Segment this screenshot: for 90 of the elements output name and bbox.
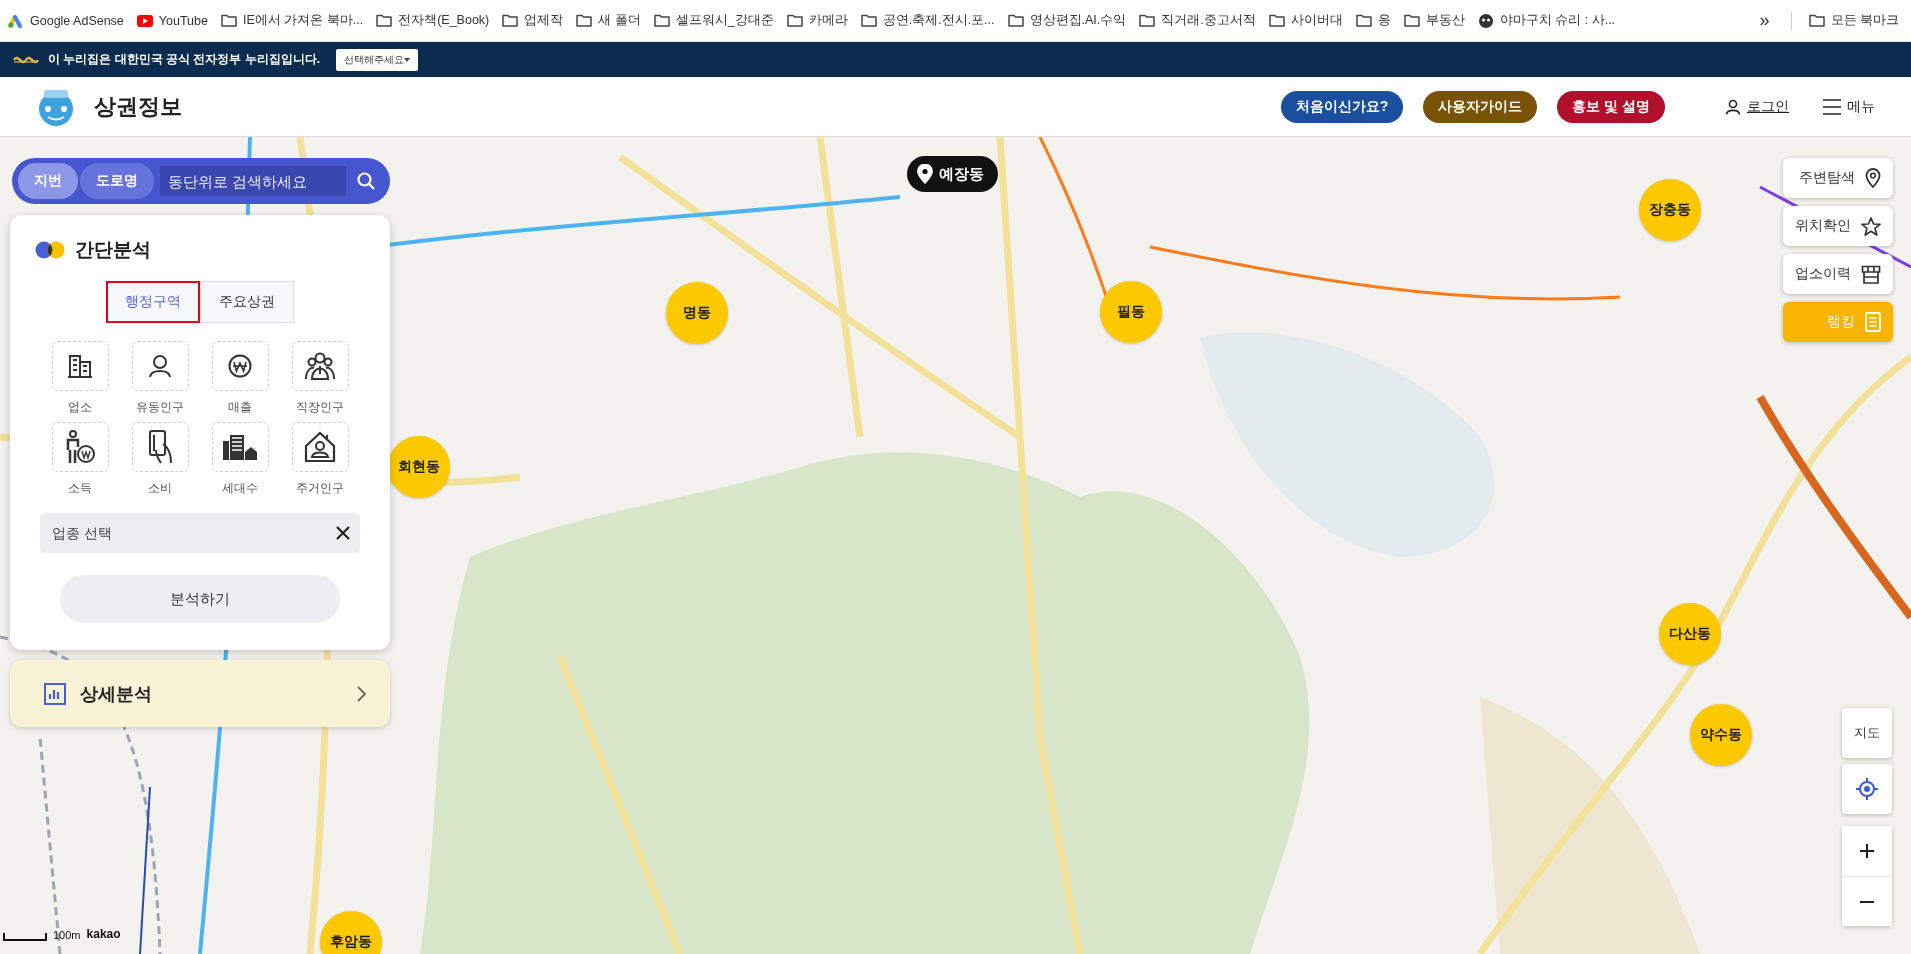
map-tool-button[interactable]: 위치확인 <box>1783 206 1893 246</box>
hand-holding-card-icon <box>147 430 173 464</box>
map-type-button[interactable]: 지도 <box>1842 708 1892 758</box>
district-marker[interactable]: 약수동 <box>1690 704 1752 766</box>
won-coin-icon <box>228 354 252 378</box>
area-type-tab[interactable]: 주요상권 <box>200 281 294 323</box>
bookmark-item[interactable]: Google AdSense <box>2 9 130 32</box>
overlapping-circles-icon <box>35 241 65 259</box>
district-marker[interactable]: 다산동 <box>1659 603 1721 665</box>
bookmark-item[interactable]: 공연.축제.전시.포... <box>854 8 1001 33</box>
bookmark-item[interactable]: YouTube <box>130 9 214 32</box>
area-type-tab[interactable]: 행정구역 <box>106 281 200 323</box>
district-marker[interactable]: 필동 <box>1100 281 1162 343</box>
document-list-icon <box>1865 312 1881 332</box>
folder-icon <box>1268 14 1285 27</box>
panel-title: 간단분석 <box>75 238 151 262</box>
search-mode-tab[interactable]: 도로명 <box>80 163 154 199</box>
site-favicon-icon <box>1477 12 1494 29</box>
caret-icon <box>404 57 410 62</box>
chevron-right-icon <box>357 685 366 702</box>
bookmark-item[interactable]: 전자책(E_Book) <box>370 8 496 33</box>
bookmark-item[interactable]: 업제작 <box>496 8 570 33</box>
close-icon[interactable] <box>336 526 350 540</box>
folder-icon <box>1355 14 1372 27</box>
bar-chart-icon <box>44 682 66 705</box>
district-marker[interactable]: 장충동 <box>1639 179 1701 241</box>
header-button[interactable]: 처음이신가요? <box>1280 90 1404 123</box>
bookmark-item[interactable]: 사이버대 <box>1262 8 1349 33</box>
youtube-logo-icon <box>136 14 153 27</box>
building-icon <box>67 354 93 378</box>
folder-icon <box>1403 14 1420 27</box>
menu-icon <box>1823 98 1841 115</box>
government-site-notice: 이 누리집은 대한민국 공식 전자정부 누리집입니다. <box>48 51 320 68</box>
search-icon <box>357 172 375 190</box>
zoom-in-button[interactable] <box>1842 826 1892 876</box>
crosshair-icon <box>1856 778 1878 800</box>
folder-icon <box>502 14 519 27</box>
people-group-icon <box>305 352 335 380</box>
bookmark-item[interactable]: 부동산 <box>1397 8 1471 33</box>
folder-icon <box>376 14 393 27</box>
folder-icon <box>576 14 593 27</box>
house-with-person-icon <box>303 431 337 463</box>
current-location-button[interactable] <box>1842 764 1892 814</box>
place-label: 예장동 <box>907 156 998 192</box>
district-marker[interactable]: 후암동 <box>320 911 382 954</box>
header-button[interactable]: 홍보 및 설명 <box>1557 90 1665 123</box>
header-button[interactable]: 사용자가이드 <box>1423 90 1538 123</box>
bookmark-item[interactable]: 야마구치 슈리 : 사... <box>1471 8 1622 33</box>
bookmark-item[interactable]: 새 폴더 <box>570 8 647 33</box>
folder-icon <box>653 14 670 27</box>
all-bookmarks-item[interactable]: 모든 북마크 <box>1802 8 1905 33</box>
bookmark-item[interactable]: 직거래.중고서적 <box>1133 8 1262 33</box>
person-with-coin-icon <box>64 430 96 464</box>
district-marker[interactable]: 명동 <box>666 282 728 344</box>
detail-analysis-title: 상세분석 <box>80 682 153 706</box>
search-field[interactable]: 동단위로 검색하세요 <box>160 166 346 196</box>
folder-icon <box>1139 14 1156 27</box>
map-attribution: kakao <box>86 927 121 941</box>
folder-icon <box>786 14 803 27</box>
storefront-icon <box>1861 264 1881 284</box>
bookmark-item[interactable]: 영상편집.AI.수익 <box>1001 8 1133 33</box>
location-pin-icon <box>917 164 933 184</box>
folder-icon <box>1007 14 1024 27</box>
minus-icon <box>1860 900 1874 903</box>
language-select[interactable]: 선택해주세요 <box>336 48 418 71</box>
person-icon <box>1725 98 1741 115</box>
person-icon <box>148 354 172 378</box>
site-title: 상권정보 <box>94 92 182 121</box>
folder-icon <box>860 14 877 27</box>
location-pin-icon <box>1865 168 1881 188</box>
menu-button[interactable]: 메뉴 <box>1823 97 1875 116</box>
scale-label: 100m <box>53 929 81 941</box>
bookmark-item[interactable]: 카메라 <box>780 8 854 33</box>
district-marker[interactable]: 회현동 <box>388 436 450 498</box>
more-bookmarks-button[interactable]: » <box>1749 10 1780 31</box>
map-tool-button[interactable]: 주변탐색 <box>1783 158 1893 198</box>
bookmark-item[interactable]: 응 <box>1349 8 1397 33</box>
bookmark-item[interactable]: IE에서 가져온 북마... <box>214 8 370 33</box>
folder-icon <box>1808 14 1825 27</box>
star-icon <box>1861 216 1881 236</box>
analyze-button[interactable]: 분석하기 <box>60 575 340 623</box>
bookmark-item[interactable]: 셀프워시_강대준 <box>647 8 780 33</box>
industry-select-field[interactable]: 업종 선택 <box>40 513 360 553</box>
plus-icon <box>1860 844 1874 858</box>
detail-analysis-bar[interactable]: 상세분석 <box>10 660 390 727</box>
map-tool-button[interactable]: 업소이력 <box>1783 254 1893 294</box>
apartment-buildings-icon <box>221 433 259 461</box>
scale-bar-icon <box>3 933 47 941</box>
adsense-logo-icon <box>8 13 24 28</box>
folder-icon <box>220 14 237 27</box>
